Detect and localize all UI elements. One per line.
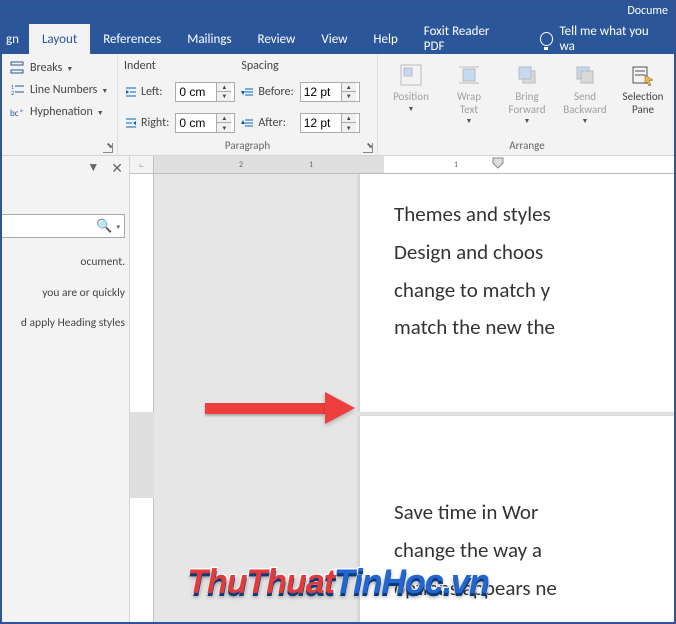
navigation-headings: ocument. you are or quickly d apply Head…: [0, 238, 129, 334]
position-icon: [395, 61, 427, 89]
bring-forward-icon: [511, 61, 543, 89]
wrap-text-icon: [453, 61, 485, 89]
indent-right-label: Right:: [124, 116, 169, 130]
chevron-down-icon: ▼: [524, 116, 531, 125]
spacing-before-label: Before:: [241, 85, 293, 99]
lightbulb-icon: [540, 32, 554, 46]
breaks-label: Breaks: [30, 61, 62, 75]
annotation-arrow: [205, 396, 355, 420]
document-area[interactable]: ∟ 2 1 1 Themes and styles Design and cho…: [130, 156, 676, 624]
spacing-heading: Spacing: [241, 59, 359, 73]
page-setup-launcher[interactable]: [103, 143, 113, 153]
group-paragraph: Indent Spacing Left: ▲▼ Before: ▲▼ Right…: [118, 54, 378, 155]
spin-up[interactable]: ▲: [217, 114, 231, 123]
indent-left-label: Left:: [124, 85, 169, 99]
svg-text:a-: a-: [20, 108, 24, 114]
breaks-icon: [10, 60, 26, 76]
line-numbers-icon: 12: [10, 82, 26, 98]
nav-dropdown-icon[interactable]: ▼: [87, 160, 99, 177]
indent-left-input[interactable]: ▲▼: [175, 82, 235, 102]
spin-up[interactable]: ▲: [217, 83, 231, 92]
svg-text:2: 2: [11, 89, 14, 97]
spin-down[interactable]: ▼: [342, 92, 356, 101]
indent-heading: Indent: [124, 59, 235, 73]
position-button[interactable]: Position▼: [384, 58, 438, 137]
send-backward-button[interactable]: Send Backward▼: [558, 58, 612, 137]
chevron-down-icon: ▼: [101, 86, 108, 95]
tab-design-fragment[interactable]: gn: [0, 24, 29, 54]
navigation-search[interactable]: 🔍 ▾: [0, 214, 125, 238]
title-bar: Docume: [0, 0, 676, 24]
spin-down[interactable]: ▼: [342, 123, 356, 132]
tab-foxit[interactable]: Foxit Reader PDF: [411, 24, 523, 54]
indent-left-icon: [124, 85, 138, 99]
tell-me-label: Tell me what you wa: [559, 24, 663, 54]
hyphenation-icon: bca-: [10, 104, 26, 120]
hyphenation-button[interactable]: bca- Hyphenation ▼: [6, 102, 111, 122]
paragraph-launcher[interactable]: [363, 143, 373, 153]
selection-pane-icon: [627, 61, 659, 89]
ribbon-body: Breaks ▼ 12 Line Numbers ▼ bca- Hyphenat…: [0, 54, 676, 156]
spin-up[interactable]: ▲: [342, 83, 356, 92]
first-line-indent-marker[interactable]: [492, 157, 504, 173]
tab-layout[interactable]: Layout: [29, 24, 90, 54]
watermark-logo: ThuThuatTinHoc.vn: [187, 563, 489, 602]
ruler-corner: ∟: [130, 156, 154, 174]
nav-close-icon[interactable]: ✕: [111, 160, 123, 177]
group-page-setup: Breaks ▼ 12 Line Numbers ▼ bca- Hyphenat…: [0, 54, 118, 155]
tab-view[interactable]: View: [308, 24, 360, 54]
document-title: Docume: [627, 4, 668, 18]
chevron-down-icon: ▼: [582, 116, 589, 125]
hyphenation-label: Hyphenation: [30, 105, 93, 119]
breaks-button[interactable]: Breaks ▼: [6, 58, 111, 78]
svg-text:bc: bc: [10, 108, 19, 119]
indent-right-input[interactable]: ▲▼: [175, 113, 235, 133]
spin-down[interactable]: ▼: [217, 92, 231, 101]
bring-forward-button[interactable]: Bring Forward▼: [500, 58, 554, 137]
chevron-down-icon[interactable]: ▾: [116, 222, 120, 231]
tab-review[interactable]: Review: [245, 24, 309, 54]
spacing-after-label: After:: [241, 116, 293, 130]
selection-pane-button[interactable]: Selection Pane: [616, 58, 670, 137]
tab-references[interactable]: References: [90, 24, 174, 54]
spacing-after-input[interactable]: ▲▼: [300, 113, 360, 133]
tab-mailings[interactable]: Mailings: [174, 24, 244, 54]
navigation-pane: ▼ ✕ 🔍 ▾ ocument. you are or quickly d ap…: [0, 156, 130, 624]
vertical-ruler[interactable]: [130, 174, 154, 412]
spacing-after-icon: [241, 116, 255, 130]
chevron-down-icon: ▼: [408, 104, 415, 113]
chevron-down-icon: ▼: [466, 116, 473, 125]
spin-up[interactable]: ▲: [342, 114, 356, 123]
group-arrange: Position▼ Wrap Text▼ Bring Forward▼ Send…: [378, 54, 676, 155]
document-page[interactable]: Themes and styles Design and choos chang…: [360, 174, 676, 412]
tell-me-search[interactable]: Tell me what you wa: [527, 24, 676, 54]
chevron-down-icon: ▼: [97, 108, 104, 117]
paragraph-group-label: Paragraph: [225, 139, 270, 152]
spacing-before-icon: [241, 85, 255, 99]
spacing-before-input[interactable]: ▲▼: [300, 82, 360, 102]
spin-down[interactable]: ▼: [217, 123, 231, 132]
chevron-down-icon: ▼: [66, 64, 73, 73]
send-backward-icon: [569, 61, 601, 89]
ribbon-tabs: gn Layout References Mailings Review Vie…: [0, 24, 676, 54]
tab-help[interactable]: Help: [360, 24, 410, 54]
line-numbers-label: Line Numbers: [30, 83, 97, 97]
wrap-text-button[interactable]: Wrap Text▼: [442, 58, 496, 137]
horizontal-ruler[interactable]: 2 1 1: [154, 156, 676, 174]
arrange-group-label: Arrange: [509, 139, 544, 152]
indent-right-icon: [124, 116, 138, 130]
search-icon: 🔍: [96, 219, 112, 234]
line-numbers-button[interactable]: 12 Line Numbers ▼: [6, 80, 111, 100]
